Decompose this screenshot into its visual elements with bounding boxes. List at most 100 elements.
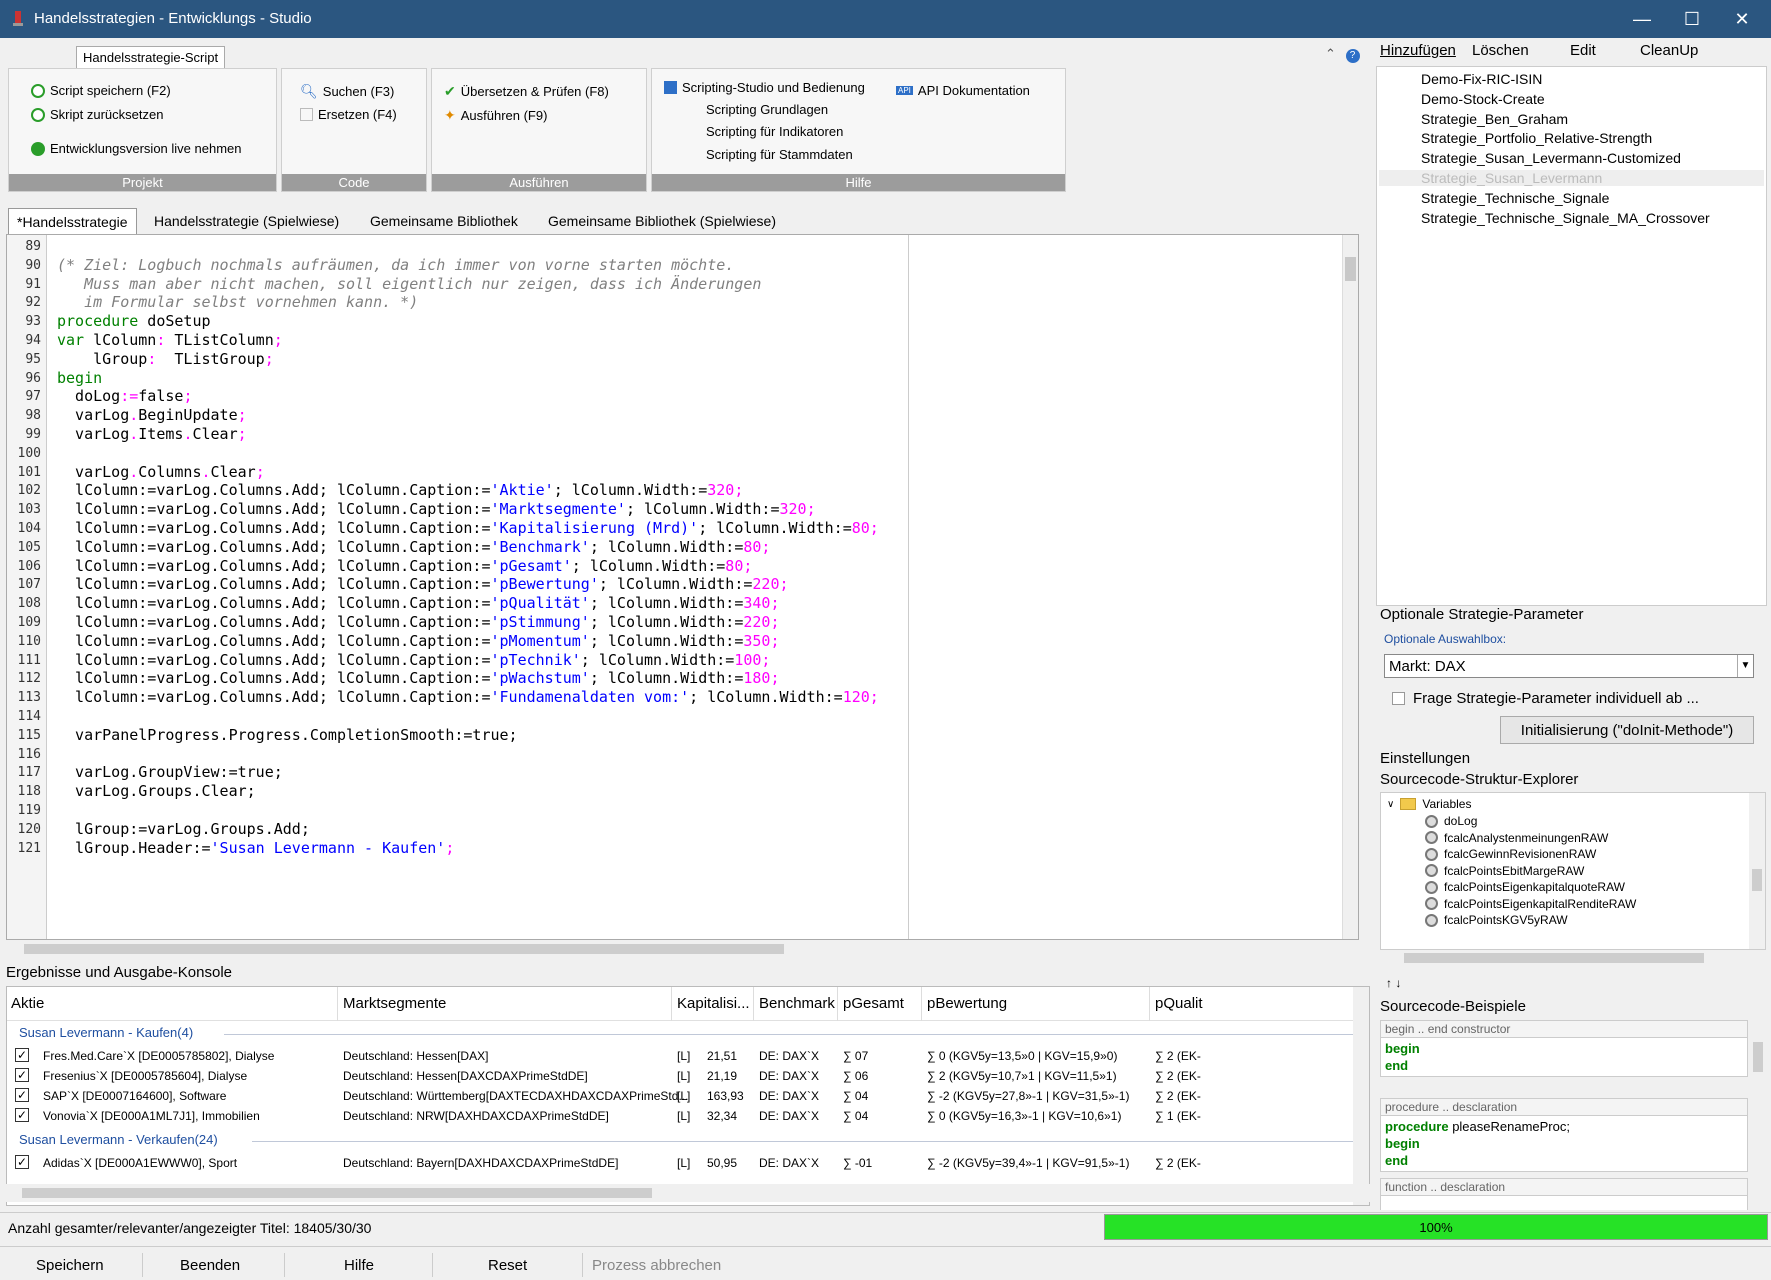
strategy-list-item[interactable]: Strategie_Technische_Signale_MA_Crossove…	[1421, 210, 1710, 226]
tree-node[interactable]: fcalcPointsEigenkapitalquoteRAW	[1425, 880, 1625, 894]
code-editor[interactable]: 89 90 91 92 93 94 95 96 97 98 99 100 101 102 103 104 105…	[6, 234, 1359, 940]
tree-node[interactable]: fcalcPointsKGV5yRAW	[1425, 913, 1568, 927]
settings-label[interactable]: Einstellungen	[1380, 750, 1470, 767]
row-checkbox[interactable]: ✓	[15, 1155, 29, 1169]
column-header[interactable]: pGesamt	[843, 995, 904, 1012]
code-line[interactable]: lColumn:=varLog.Columns.Add; lColumn.Cap…	[57, 613, 779, 631]
chevron-down-icon[interactable]: ▼	[1737, 655, 1753, 677]
code-line[interactable]: procedure doSetup	[57, 312, 211, 330]
hilfe-button[interactable]: Hilfe	[344, 1257, 374, 1274]
code-line[interactable]: lGroup: TListGroup;	[57, 350, 274, 368]
tree-node[interactable]: fcalcPointsEbitMargeRAW	[1425, 864, 1584, 878]
code-line[interactable]: lColumn:=varLog.Columns.Add; lColumn.Cap…	[57, 519, 879, 537]
code-line[interactable]: varPanelProgress.Progress.CompletionSmoo…	[57, 726, 518, 744]
tree-node[interactable]: doLog	[1425, 814, 1477, 828]
tree-node-variables[interactable]: ∨ Variables	[1387, 797, 1471, 811]
speichern-button[interactable]: Speichern	[36, 1257, 104, 1274]
column-header[interactable]: pBewertung	[927, 995, 1007, 1012]
code-line[interactable]: lColumn:=varLog.Columns.Add; lColumn.Cap…	[57, 651, 770, 669]
scroll-thumb[interactable]	[24, 944, 784, 954]
strategy-list[interactable]: Demo-Fix-RIC-ISIN Demo-Stock-Create Strate…	[1376, 66, 1767, 606]
code-sample[interactable]: function .. desclaration	[1380, 1178, 1748, 1210]
api-doc-link[interactable]: API API Dokumentation	[896, 83, 1030, 98]
market-select[interactable]: Markt: DAX ▼	[1384, 654, 1754, 678]
code-line[interactable]: lColumn:=varLog.Columns.Add; lColumn.Cap…	[57, 500, 816, 518]
scroll-thumb[interactable]	[1404, 953, 1704, 963]
code-line[interactable]: lColumn:=varLog.Columns.Add; lColumn.Cap…	[57, 594, 779, 612]
menu-hinzufuegen[interactable]: Hinzufügen	[1380, 42, 1456, 59]
ask-params-checkbox[interactable]: Frage Strategie-Parameter individuell ab…	[1392, 690, 1699, 707]
help-indicators-link[interactable]: Scripting für Indikatoren	[706, 124, 843, 139]
code-line[interactable]: lColumn:=varLog.Columns.Add; lColumn.Cap…	[57, 669, 779, 687]
help-master-link[interactable]: Scripting für Stammdaten	[706, 147, 853, 162]
code-sample[interactable]: procedure .. desclaration procedure pleas…	[1380, 1098, 1748, 1172]
strategy-list-item[interactable]: Strategie_Portfolio_Relative-Strength	[1421, 130, 1652, 146]
code-line[interactable]: (* Ziel: Logbuch nochmals aufräumen, da …	[57, 256, 734, 274]
results-list[interactable]: Aktie Marktsegmente Kapitalisi... Benchmark…	[6, 986, 1370, 1206]
help-icon[interactable]: ?	[1345, 49, 1360, 63]
help-studio-link[interactable]: Scripting-Studio und Bedienung	[664, 80, 865, 95]
code-line[interactable]: varLog.BeginUpdate;	[57, 406, 247, 424]
code-line[interactable]: doLog:=false;	[57, 387, 192, 405]
column-header[interactable]: Aktie	[11, 995, 44, 1012]
code-line[interactable]: lColumn:=varLog.Columns.Add; lColumn.Cap…	[57, 575, 788, 593]
menu-loeschen[interactable]: Löschen	[1472, 42, 1529, 59]
code-line[interactable]: varLog.Items.Clear;	[57, 425, 247, 443]
group-header[interactable]: Susan Levermann - Verkaufen(24)	[19, 1132, 218, 1147]
run-button[interactable]: ✦ Ausführen (F9)	[444, 107, 547, 124]
code-sample[interactable]: begin .. end constructor begin end	[1380, 1020, 1748, 1077]
editor-vertical-scrollbar[interactable]	[1342, 235, 1358, 939]
tree-horizontal-scrollbar[interactable]	[1380, 950, 1766, 966]
samples-vertical-scrollbar[interactable]	[1750, 1020, 1766, 1210]
code-line[interactable]: lGroup:=varLog.Groups.Add;	[57, 820, 310, 838]
code-line[interactable]: varLog.Columns.Clear;	[57, 463, 265, 481]
strategy-list-item[interactable]: Strategie_Ben_Graham	[1421, 111, 1568, 127]
reset-button[interactable]: Reset	[488, 1257, 527, 1274]
code-line[interactable]: var lColumn: TListColumn;	[57, 331, 283, 349]
tab-handelsstrategie-spielwiese[interactable]: Handelsstrategie (Spielwiese)	[146, 208, 347, 234]
code-line[interactable]: lColumn:=varLog.Columns.Add; lColumn.Cap…	[57, 688, 879, 706]
row-checkbox[interactable]: ✓	[15, 1048, 29, 1062]
code-line[interactable]: lColumn:=varLog.Columns.Add; lColumn.Cap…	[57, 538, 770, 556]
source-structure-tree[interactable]: ∨ Variables doLog fcalcAnalystenmeinungen…	[1380, 792, 1766, 950]
menu-edit[interactable]: Edit	[1570, 42, 1596, 59]
code-line[interactable]: lColumn:=varLog.Columns.Add; lColumn.Cap…	[57, 632, 779, 650]
menu-cleanup[interactable]: CleanUp	[1640, 42, 1698, 59]
reset-script-button[interactable]: Skript zurücksetzen	[31, 107, 163, 122]
minimize-button[interactable]: —	[1617, 0, 1667, 38]
chevron-down-icon[interactable]: ∨	[1387, 799, 1394, 810]
scroll-thumb[interactable]	[1752, 869, 1762, 891]
group-header[interactable]: Susan Levermann - Kaufen(4)	[19, 1025, 193, 1040]
collapse-icon[interactable]: ⌃	[1325, 46, 1336, 61]
tab-handelsstrategie-script[interactable]: Handelsstrategie-Script	[76, 46, 226, 68]
compile-button[interactable]: ✔ Übersetzen & Prüfen (F8)	[444, 83, 609, 100]
row-checkbox[interactable]: ✓	[15, 1068, 29, 1082]
tab-handelsstrategie[interactable]: *Handelsstrategie	[8, 208, 137, 234]
row-checkbox[interactable]: ✓	[15, 1088, 29, 1102]
close-button[interactable]: ✕	[1717, 0, 1767, 38]
strategy-list-item[interactable]: Strategie_Technische_Signale	[1421, 190, 1609, 206]
column-header[interactable]: pQualit	[1155, 995, 1203, 1012]
code-line[interactable]: lColumn:=varLog.Columns.Add; lColumn.Cap…	[57, 557, 752, 575]
code-line[interactable]: begin	[57, 369, 102, 387]
maximize-button[interactable]: ☐	[1667, 0, 1717, 38]
code-line[interactable]: lGroup.Header:='Susan Levermann - Kaufen…	[57, 839, 454, 857]
tree-vertical-scrollbar[interactable]	[1749, 793, 1765, 949]
tab-gemeinsame-bibliothek[interactable]: Gemeinsame Bibliothek	[362, 208, 526, 234]
go-live-button[interactable]: Entwicklungsversion live nehmen	[31, 141, 241, 156]
tab-gemeinsame-bibliothek-spielwiese[interactable]: Gemeinsame Bibliothek (Spielwiese)	[540, 208, 784, 234]
column-header[interactable]: Kapitalisi...	[677, 995, 750, 1012]
save-script-button[interactable]: Script speichern (F2)	[31, 83, 171, 98]
code-line[interactable]: varLog.GroupView:=true;	[57, 763, 283, 781]
code-line[interactable]: lColumn:=varLog.Columns.Add; lColumn.Cap…	[57, 481, 743, 499]
search-button[interactable]: 🔍︎ Suchen (F3)	[300, 83, 394, 100]
help-basics-link[interactable]: Scripting Grundlagen	[706, 102, 828, 117]
tree-node[interactable]: fcalcAnalystenmeinungenRAW	[1425, 831, 1608, 845]
tree-node[interactable]: fcalcGewinnRevisionenRAW	[1425, 847, 1596, 861]
strategy-list-item[interactable]: Demo-Stock-Create	[1421, 91, 1545, 107]
strategy-list-item[interactable]: Strategie_Susan_Levermann	[1379, 170, 1764, 186]
sort-arrows-icon[interactable]: ↑ ↓	[1386, 976, 1401, 990]
beenden-button[interactable]: Beenden	[180, 1257, 240, 1274]
scroll-thumb[interactable]	[1345, 257, 1356, 281]
replace-button[interactable]: Ersetzen (F4)	[300, 107, 397, 122]
